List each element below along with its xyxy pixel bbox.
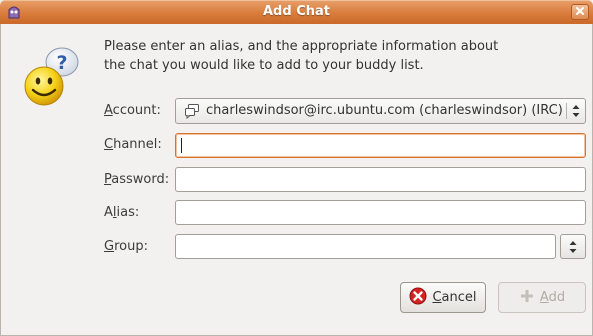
channel-mnemonic: C bbox=[104, 137, 114, 152]
alias-input[interactable] bbox=[175, 200, 586, 225]
instruction-line-2: the chat you would like to add to your b… bbox=[104, 58, 424, 73]
smiley-question-icon: ? bbox=[21, 46, 81, 108]
group-dropdown-button[interactable] bbox=[560, 234, 586, 259]
alias-label-rest: ias: bbox=[116, 205, 140, 220]
instruction-line-1: Please enter an alias, and the appropria… bbox=[104, 39, 499, 54]
cancel-icon bbox=[409, 287, 432, 309]
add-mnemonic: A bbox=[539, 290, 549, 305]
group-label-rest: roup: bbox=[114, 239, 148, 254]
add-chat-dialog: ? Please enter an alias, and the appropr… bbox=[0, 24, 593, 336]
chat-bubble-icon bbox=[184, 103, 200, 123]
title-bar[interactable]: Add Chat bbox=[0, 0, 593, 24]
cancel-label: Cancel bbox=[432, 290, 476, 305]
instruction-text: Please enter an alias, and the appropria… bbox=[104, 37, 564, 75]
alias-label-pre: A bbox=[104, 205, 113, 220]
channel-label: Channel: bbox=[104, 137, 162, 152]
cancel-label-rest: ancel bbox=[441, 290, 477, 305]
password-input[interactable] bbox=[175, 167, 586, 192]
up-down-arrows-icon bbox=[571, 103, 581, 123]
password-label-rest: assword: bbox=[111, 172, 170, 187]
add-button[interactable]: Add bbox=[498, 282, 586, 313]
close-icon bbox=[575, 5, 585, 20]
plus-icon bbox=[519, 288, 540, 308]
group-input[interactable] bbox=[175, 234, 556, 259]
channel-label-rest: hannel: bbox=[113, 137, 162, 152]
add-label: Add bbox=[540, 290, 565, 305]
window-title: Add Chat bbox=[263, 4, 330, 19]
group-mnemonic: G bbox=[104, 239, 115, 254]
close-button[interactable] bbox=[571, 4, 589, 20]
cancel-button[interactable]: Cancel bbox=[400, 282, 486, 313]
svg-text:?: ? bbox=[56, 52, 67, 74]
account-label: Account: bbox=[104, 103, 161, 118]
channel-input[interactable] bbox=[175, 133, 586, 158]
text-caret bbox=[181, 138, 182, 153]
account-value: charleswindsor@irc.ubuntu.com (charleswi… bbox=[206, 103, 563, 118]
alias-label: Alias: bbox=[104, 205, 139, 220]
up-down-arrows-icon bbox=[568, 239, 578, 259]
group-label: Group: bbox=[104, 239, 148, 254]
account-select[interactable]: charleswindsor@irc.ubuntu.com (charleswi… bbox=[175, 98, 586, 124]
cancel-mnemonic: C bbox=[432, 290, 442, 305]
account-mnemonic: A bbox=[104, 103, 113, 118]
password-label: Password: bbox=[104, 172, 169, 187]
account-label-rest: ccount: bbox=[112, 103, 161, 118]
combo-separator bbox=[566, 103, 567, 119]
add-label-rest: dd bbox=[548, 290, 566, 305]
